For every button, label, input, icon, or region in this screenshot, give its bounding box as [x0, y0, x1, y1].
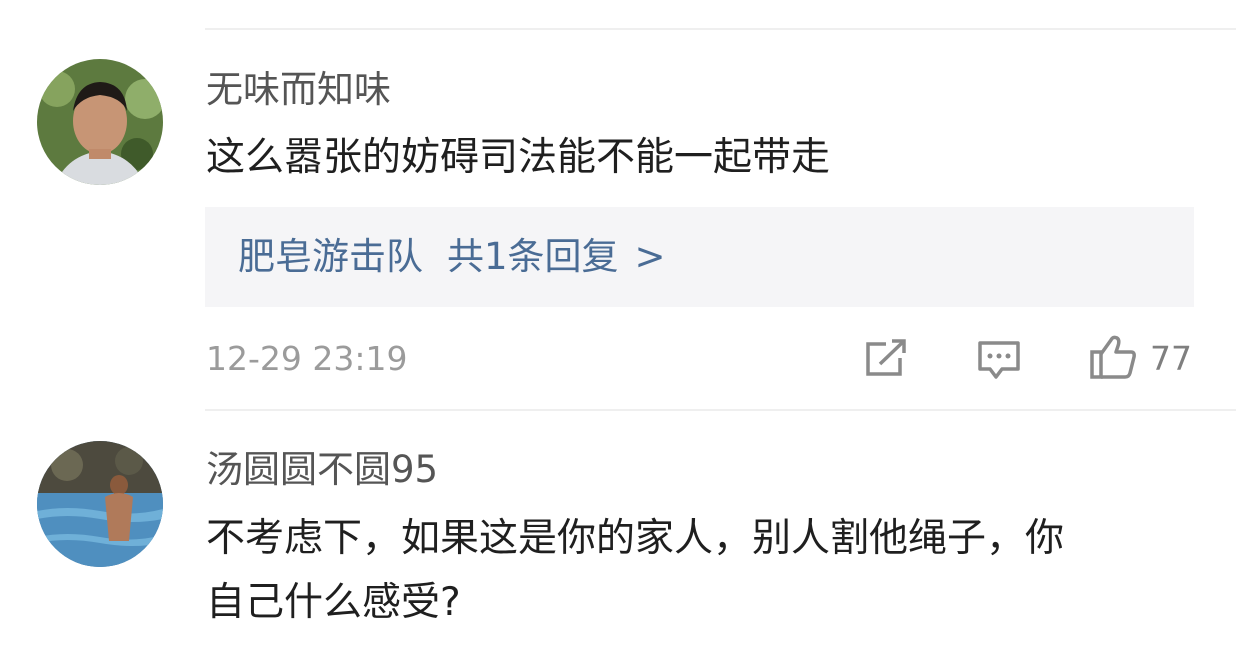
- comment-timestamp: 12-29 23:19: [206, 339, 408, 378]
- comment-text: 这么嚣张的妨碍司法能不能一起带走: [206, 135, 831, 180]
- comment-text-line: 自己什么感受?: [206, 580, 461, 625]
- avatar[interactable]: [37, 59, 163, 185]
- chevron-right-icon[interactable]: >: [635, 235, 666, 278]
- reply-author[interactable]: 肥皂游击队: [238, 235, 423, 278]
- reply-count[interactable]: 共1条回复: [447, 235, 619, 278]
- reply-preview[interactable]: 肥皂游击队 共1条回复 >: [205, 207, 1194, 307]
- comment-icon[interactable]: [977, 340, 1021, 384]
- comment-username[interactable]: 汤圆圆不圆95: [206, 448, 438, 492]
- like-count: 77: [1150, 339, 1192, 378]
- thumbs-up-icon[interactable]: [1089, 334, 1137, 384]
- avatar[interactable]: [37, 441, 163, 567]
- comment-text-line: 不考虑下，如果这是你的家人，别人割他绳子，你: [206, 516, 1065, 561]
- share-icon[interactable]: [864, 338, 908, 382]
- top-divider: [205, 28, 1236, 30]
- comment-divider: [205, 409, 1236, 411]
- comment-username[interactable]: 无味而知味: [206, 68, 391, 112]
